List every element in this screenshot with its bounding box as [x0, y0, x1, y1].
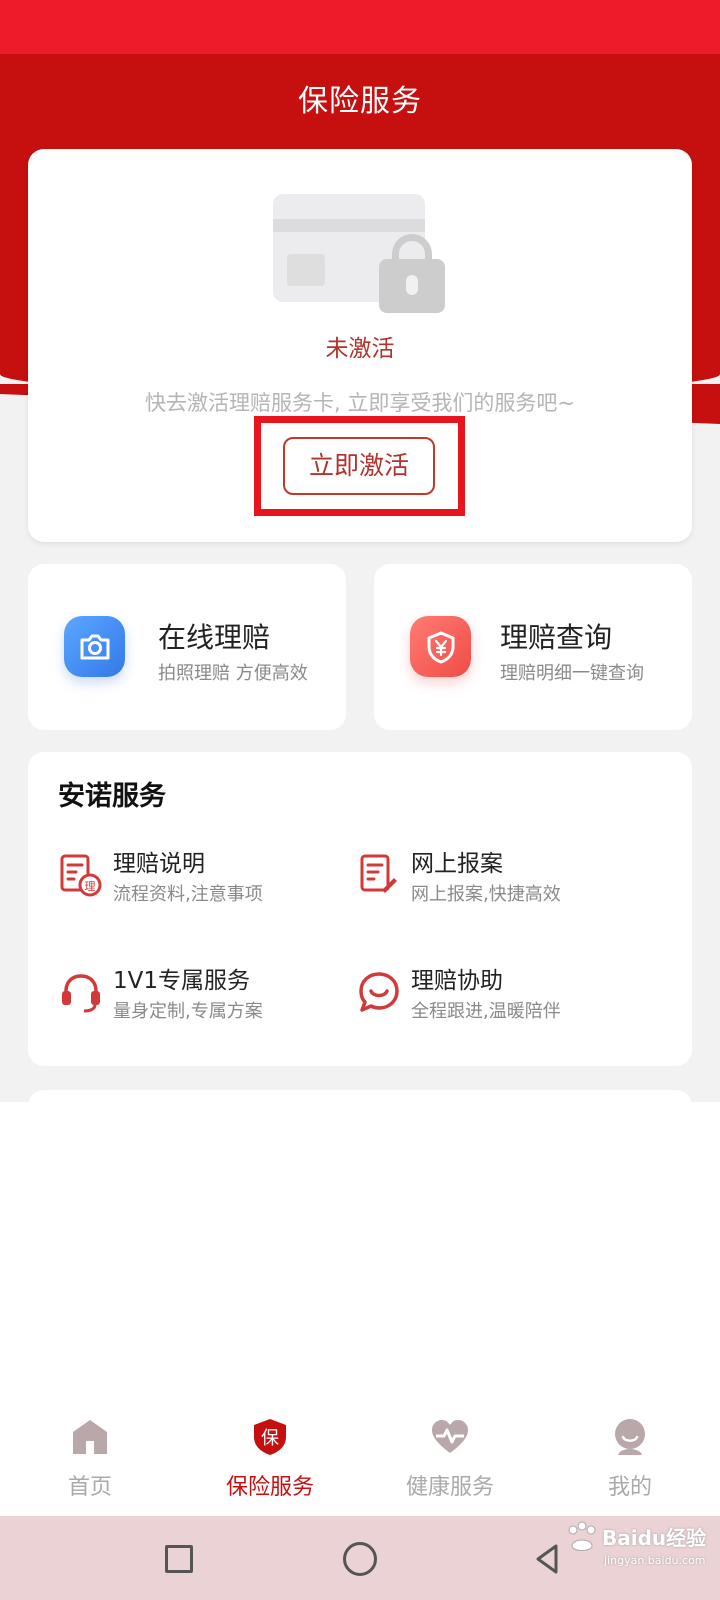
- service-subtitle: 全程跟进,温暖陪伴: [411, 1001, 561, 1022]
- section-title: 安诺服务: [58, 781, 166, 812]
- quick-subtitle: 拍照理赔 方便高效: [158, 663, 308, 684]
- quick-title: 在线理赔: [158, 621, 271, 654]
- heart-pulse-icon: [432, 1420, 468, 1453]
- back-icon[interactable]: [530, 1542, 564, 1576]
- bottom-tab-bar: 首页 保 保险服务 健康服务 我的: [0, 1405, 720, 1515]
- online-claim-card[interactable]: 在线理赔 拍照理赔 方便高效: [28, 564, 346, 730]
- tab-label: 首页: [67, 1475, 112, 1500]
- tab-insurance[interactable]: 保 保险服务: [180, 1405, 360, 1515]
- service-title: 理赔说明: [113, 851, 205, 877]
- headset-icon: [62, 974, 100, 1013]
- svg-text:保: 保: [261, 1428, 279, 1449]
- service-item-exclusive[interactable]: 1V1专属服务 量身定制,专属方案: [58, 961, 358, 1027]
- services-card: 安诺服务 理 理赔说明 流程资料,注意事项 网上报案 网上报案,快捷高效 1V1…: [28, 752, 692, 1066]
- tab-health[interactable]: 健康服务: [360, 1405, 540, 1515]
- paw-icon: [568, 1521, 596, 1551]
- status-bar: [0, 0, 720, 54]
- tab-label: 保险服务: [225, 1475, 314, 1500]
- service-title: 理赔协助: [411, 968, 503, 994]
- tab-label: 健康服务: [405, 1475, 494, 1500]
- service-item-online-report[interactable]: 网上报案 网上报案,快捷高效: [356, 844, 656, 910]
- watermark-domain: jingyan.baidu.com: [604, 1554, 706, 1567]
- tab-label: 我的: [607, 1475, 652, 1500]
- profile-icon: [615, 1419, 645, 1455]
- shield-bao-icon: 保: [254, 1419, 286, 1455]
- watermark: Baidu经验 jingyan.baidu.com: [562, 1514, 712, 1594]
- claim-document-icon: 理: [60, 854, 102, 897]
- service-title: 1V1专属服务: [113, 968, 251, 994]
- tab-home[interactable]: 首页: [0, 1405, 180, 1515]
- highlight-annotation: [254, 416, 465, 516]
- claim-query-card[interactable]: 理赔查询 理赔明细一键查询: [374, 564, 692, 730]
- activation-hint: 快去激活理赔服务卡, 立即享受我们的服务吧~: [145, 391, 575, 415]
- service-item-claim-guide[interactable]: 理 理赔说明 流程资料,注意事项: [58, 844, 358, 910]
- service-subtitle: 流程资料,注意事项: [113, 884, 263, 905]
- watermark-text: Baidu经验: [602, 1526, 707, 1550]
- service-title: 网上报案: [411, 851, 503, 877]
- service-subtitle: 量身定制,专属方案: [113, 1001, 263, 1022]
- page-title: 保险服务: [298, 84, 422, 119]
- partial-card: [28, 1090, 692, 1130]
- svg-text:理: 理: [85, 880, 96, 893]
- home-button[interactable]: [343, 1542, 377, 1576]
- service-subtitle: 网上报案,快捷高效: [411, 884, 561, 905]
- home-icon: [73, 1420, 107, 1454]
- activation-status: 未激活: [325, 336, 395, 362]
- chat-smile-icon: [359, 972, 399, 1012]
- tab-profile[interactable]: 我的: [540, 1405, 720, 1515]
- locked-card-illustration: [273, 194, 448, 314]
- quick-subtitle: 理赔明细一键查询: [500, 663, 644, 684]
- yen-shield-icon: [410, 616, 471, 677]
- quick-title: 理赔查询: [500, 621, 613, 654]
- camera-icon: [64, 616, 125, 677]
- service-item-claim-assist[interactable]: 理赔协助 全程跟进,温暖陪伴: [356, 961, 656, 1027]
- recent-apps-button[interactable]: [165, 1545, 193, 1573]
- report-edit-icon: [360, 854, 397, 893]
